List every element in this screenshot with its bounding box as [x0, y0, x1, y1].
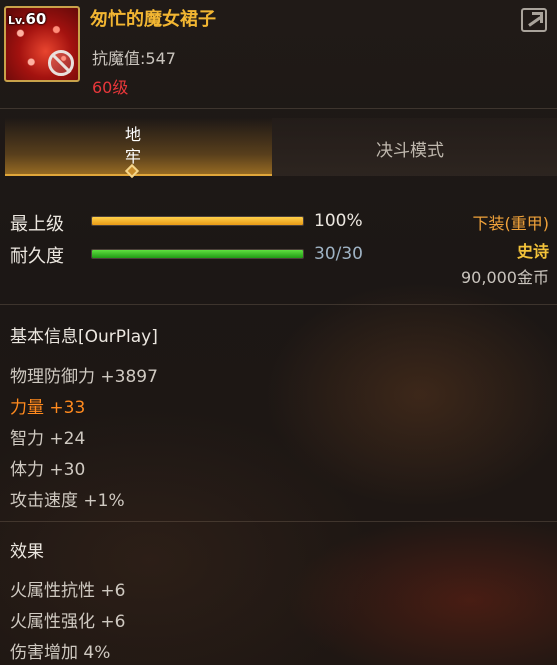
stat-line: 力量 +33 [10, 398, 86, 418]
tab-duel[interactable]: 决斗模式 [272, 118, 557, 176]
upgrade-label: 最上级 [10, 214, 64, 235]
durability-value: 30/30 [314, 244, 363, 264]
item-icon[interactable]: Lv.60 [4, 6, 80, 82]
effect-line: 火属性抗性 +6 [10, 581, 126, 601]
divider [0, 521, 557, 522]
stat-line: 智力 +24 [10, 429, 86, 449]
durability-label: 耐久度 [10, 246, 64, 267]
divider [0, 304, 557, 305]
item-name: 匆忙的魔女裙子 [90, 9, 216, 30]
stat-line: 物理防御力 +3897 [10, 367, 158, 387]
upgrade-bar-fill [92, 217, 303, 225]
effects-title: 效果 [10, 542, 44, 562]
level-prefix: Lv. [8, 14, 26, 27]
price: 90,000金币 [461, 268, 549, 287]
divider [0, 108, 557, 109]
basic-info-title: 基本信息[OurPlay] [10, 327, 158, 347]
required-level: 60级 [92, 78, 129, 97]
upgrade-bar [91, 216, 304, 226]
tab-dungeon[interactable]: 地牢 [5, 118, 272, 179]
effect-line: 火属性强化 +6 [10, 612, 126, 632]
equip-slot: 下装(重甲) [472, 214, 550, 233]
mode-tabs: 地牢 决斗模式 [5, 118, 557, 179]
item-tooltip: Lv.60 匆忙的魔女裙子 抗魔值:547 60级 地牢 决斗模式 最上级 10… [0, 0, 557, 665]
no-trade-icon [48, 50, 74, 76]
stat-line: 体力 +30 [10, 460, 86, 480]
anti-magic-value: 抗魔值:547 [92, 49, 176, 68]
level-number: 60 [25, 10, 47, 28]
tab-dungeon-label: 地牢 [124, 125, 141, 166]
stat-line: 攻击速度 +1% [10, 491, 125, 511]
effect-line: 伤害增加 4% [10, 643, 111, 663]
durability-bar [91, 249, 304, 259]
rarity: 史诗 [516, 242, 549, 261]
upgrade-value: 100% [314, 211, 363, 231]
durability-bar-fill [92, 250, 303, 258]
level-badge: Lv.60 [8, 10, 46, 28]
tab-duel-label: 决斗模式 [376, 141, 444, 161]
share-icon[interactable] [521, 8, 547, 32]
